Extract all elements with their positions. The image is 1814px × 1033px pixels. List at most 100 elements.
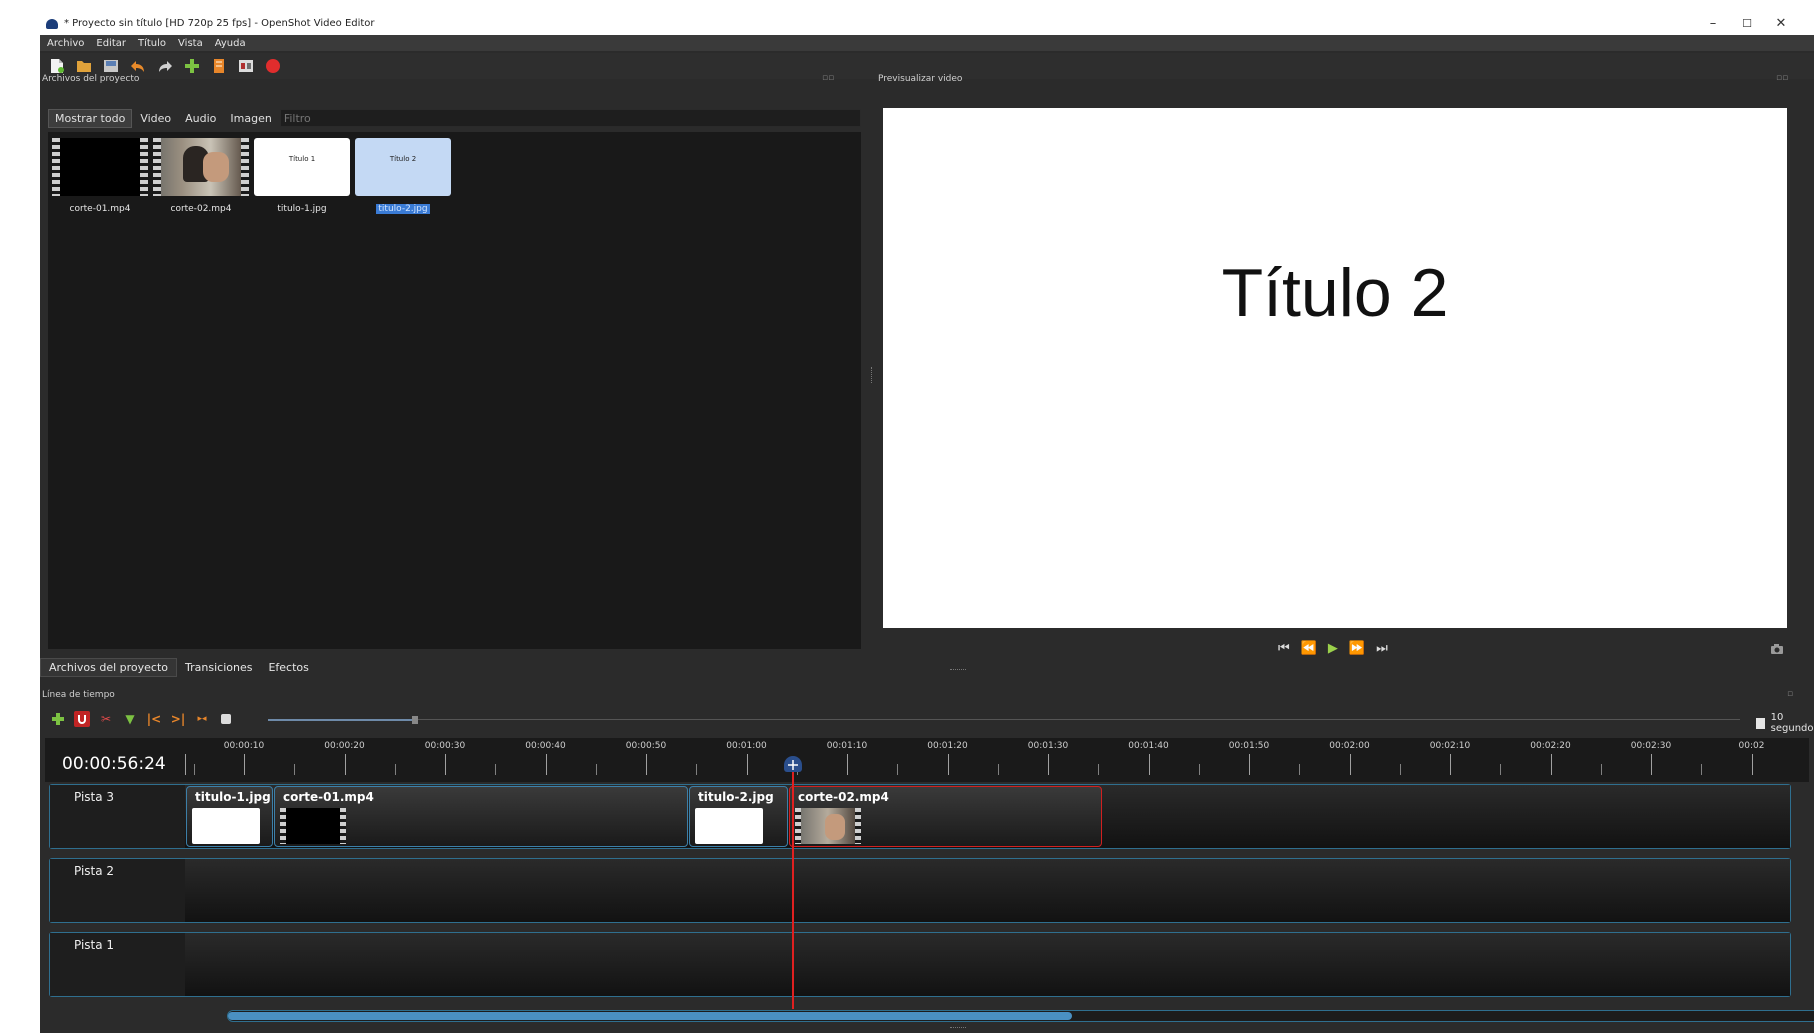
clip-label: corte-01.mp4 [283,790,374,804]
razor-icon[interactable]: ✂ [98,711,114,727]
splitter-handle[interactable] [950,1027,966,1029]
film-strip-right [140,138,148,196]
menu-archivo[interactable]: Archivo [47,38,84,49]
clip-corte-01[interactable]: corte-01.mp4 [274,786,688,847]
files-panel-title: Archivos del proyecto [42,74,140,84]
save-project-icon[interactable] [102,57,120,75]
fast-forward-icon[interactable]: ⏩ [1349,641,1365,656]
import-files-icon[interactable] [183,57,201,75]
track-header: Pista 3 [50,785,185,848]
fullscreen-icon[interactable] [237,57,255,75]
tab-transitions[interactable]: Transiciones [177,659,260,676]
ruler-label: 00:01:50 [1228,741,1270,751]
clip-thumbnail [795,808,861,844]
track-pista-1[interactable]: Pista 1 [49,932,1791,997]
snapping-icon[interactable] [74,711,90,727]
undo-icon[interactable] [129,57,147,75]
splitter-handle[interactable] [871,367,873,383]
file-thumbnail: Título 2 [355,138,451,196]
zoom-slider-track[interactable] [268,719,414,721]
panel-tabs: Archivos del proyecto Transiciones Efect… [40,657,317,677]
timecode-display: 00:00:56:24 [62,754,166,774]
previous-marker-icon[interactable]: |< [146,711,162,727]
ruler-minor-tick [1600,764,1602,775]
ruler-label: 00:02:20 [1530,741,1571,751]
file-item-corte-01[interactable]: corte-01.mp4 [52,138,148,214]
timeline-horizontal-scrollbar[interactable] [227,1010,1814,1022]
center-playhead-icon[interactable]: ▸◂ [194,711,210,727]
ruler-major-tick [1249,754,1250,775]
menu-titulo[interactable]: Título [138,38,166,49]
rewind-icon[interactable]: ⏪ [1301,641,1317,656]
zoom-in-icon[interactable] [1756,717,1765,729]
jump-start-icon[interactable]: ⏮ [1278,641,1290,656]
clip-thumbnail [280,808,346,844]
tab-project-files[interactable]: Archivos del proyecto [40,657,178,677]
ruler-major-tick [646,754,647,775]
timeline-dock-button[interactable]: ▫ [1787,689,1793,699]
filter-input[interactable] [279,109,861,127]
ruler-major-tick [1349,754,1351,775]
export-video-icon[interactable] [264,57,282,75]
ruler-minor-tick [1701,764,1703,775]
clip-titulo-2[interactable]: titulo-2.jpg [689,786,788,847]
window-title: * Proyecto sin título [HD 720p 25 fps] -… [64,18,375,29]
file-item-corte-02[interactable]: corte-02.mp4 [153,138,249,214]
camera-icon[interactable] [1770,643,1784,659]
new-project-icon[interactable] [48,57,66,75]
clip-corte-02[interactable]: corte-02.mp4 [789,786,1102,847]
jump-end-icon[interactable]: ⏭ [1376,641,1388,656]
play-icon[interactable]: ▶ [1328,641,1338,656]
track-label: Pista 1 [74,938,115,952]
preview-panel-dock-buttons[interactable]: ▫▫ [1776,73,1788,83]
splitter-handle[interactable] [950,669,966,671]
filter-show-all-button[interactable]: Mostrar todo [48,108,133,128]
ruler-label: 00:00:50 [625,741,667,751]
clip-thumbnail [695,808,763,844]
filter-video-button[interactable]: Video [134,110,177,127]
file-thumbnail: Título 1 [254,138,350,196]
film-strip-right [340,808,346,844]
ruler-major-tick [1651,754,1652,775]
track-pista-2[interactable]: Pista 2 [49,858,1791,923]
file-name-selected: titulo-2.jpg [355,204,451,214]
zoom-out-icon[interactable] [218,711,234,727]
ruler-label: 00:01:10 [826,741,868,751]
openshot-logo-icon [46,18,58,29]
playhead-handle[interactable] [784,756,802,772]
tab-effects[interactable]: Efectos [260,659,316,676]
ruler-label: 00:00:40 [525,741,566,751]
ruler-major-tick [244,754,245,775]
zoom-slider-handle[interactable] [412,716,418,724]
menu-vista[interactable]: Vista [178,38,203,49]
film-strip-left [52,138,60,196]
filter-audio-button[interactable]: Audio [179,110,222,127]
menu-ayuda[interactable]: Ayuda [215,38,246,49]
ruler-label: 00:02 [1738,741,1765,751]
track-pista-3[interactable]: Pista 3 titulo-1.jpg corte-01.mp4 titulo… [49,784,1791,849]
open-project-icon[interactable] [75,57,93,75]
ruler-minor-tick [897,764,899,775]
filter-image-button[interactable]: Imagen [224,110,277,127]
ruler-major-tick [1450,754,1451,775]
ruler-label: 00:00:30 [424,741,466,751]
file-item-titulo-2[interactable]: Título 2 titulo-2.jpg [355,138,451,214]
minimize-button[interactable]: – [1696,12,1730,35]
timeline-ruler[interactable]: 00:00:56:24 00:00:10 00:00:20 00:00:30 00:0… [45,738,1809,782]
menu-editar[interactable]: Editar [96,38,126,49]
close-button[interactable]: ✕ [1764,12,1798,35]
file-name: corte-01.mp4 [69,204,131,214]
choose-profile-icon[interactable] [210,57,228,75]
track-body [185,859,1790,922]
maximize-button[interactable]: ☐ [1730,12,1764,35]
file-item-titulo-1[interactable]: Título 1 titulo-1.jpg [254,138,350,214]
zoom-slider-rest [414,719,1740,720]
redo-icon[interactable] [156,57,174,75]
add-track-icon[interactable] [50,711,66,727]
add-marker-icon[interactable]: ▼ [122,711,138,727]
clip-titulo-1[interactable]: titulo-1.jpg [186,786,273,847]
preview-panel-title: Previsualizar video [878,74,963,84]
files-panel-dock-buttons[interactable]: ▫▫ [822,73,834,83]
next-marker-icon[interactable]: >| [170,711,186,727]
scrollbar-handle[interactable] [228,1012,1072,1020]
